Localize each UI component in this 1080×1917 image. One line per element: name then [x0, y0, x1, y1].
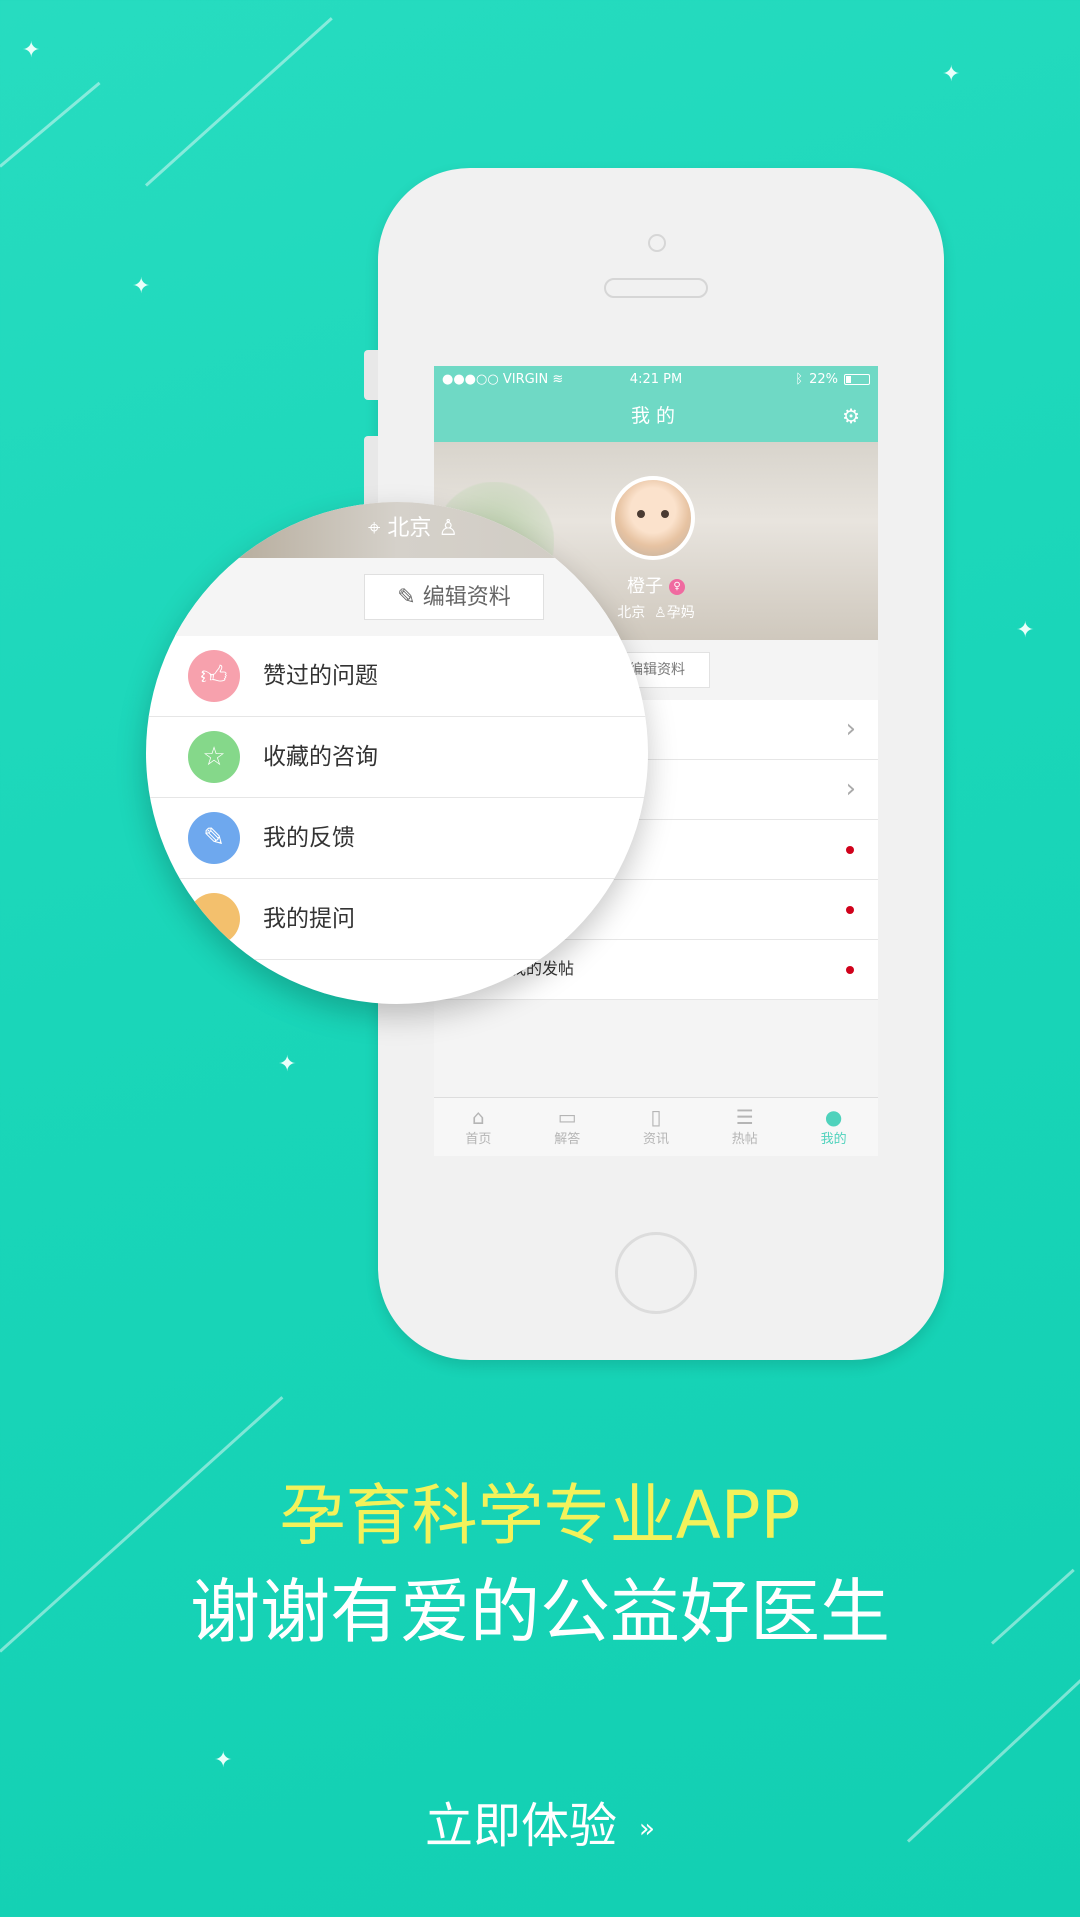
- notification-dot: [846, 846, 854, 854]
- battery-icon: [844, 373, 870, 385]
- lens-menu-item-questions[interactable]: 我的提问: [146, 879, 648, 960]
- lens-edit-label: 编辑资料: [422, 585, 511, 610]
- try-now-button[interactable]: 立即体验 »: [0, 1786, 1080, 1856]
- page-title: 我的: [630, 405, 681, 427]
- tab-label: 热帖: [731, 1132, 758, 1147]
- tab-label: 资讯: [642, 1132, 669, 1147]
- pencil-icon: ✎: [188, 812, 240, 864]
- front-camera: [648, 234, 666, 252]
- menu-item-label: 收藏的咨询: [263, 744, 378, 770]
- tab-label: 我的: [820, 1132, 847, 1147]
- lens-location: 北京: [387, 516, 432, 541]
- home-button[interactable]: [615, 1232, 697, 1314]
- chevron-right-icon: ›: [845, 774, 856, 804]
- question-icon: [188, 893, 240, 945]
- earpiece-speaker: [604, 278, 708, 298]
- star-icon: ☆: [188, 731, 240, 783]
- tab-news[interactable]: ▯ 资讯: [612, 1098, 701, 1156]
- tab-label: 解答: [554, 1132, 581, 1147]
- nav-bar: 我的 ⚙: [434, 392, 878, 448]
- home-icon: ⌂: [472, 1105, 485, 1129]
- notification-dot: [846, 906, 854, 914]
- menu-item-label: 我的提问: [263, 906, 355, 932]
- tab-label: 首页: [465, 1132, 492, 1147]
- book-icon: ▯: [650, 1105, 662, 1129]
- menu-item-label: 我的反馈: [263, 825, 355, 851]
- cta-label: 立即体验: [425, 1798, 618, 1854]
- status-bar: ●●●○○ VIRGIN ≋ 4:21 PM ᛒ 22%: [434, 366, 878, 392]
- person-icon: ♙: [654, 605, 667, 621]
- tab-home[interactable]: ⌂ 首页: [434, 1098, 523, 1156]
- lens-profile-strip: ⌖ 北京 ♙: [146, 502, 648, 558]
- tab-answers[interactable]: ▭ 解答: [523, 1098, 612, 1156]
- tab-bar: ⌂ 首页 ▭ 解答 ▯ 资讯 ☰ 热帖 ● 我的: [434, 1097, 878, 1156]
- lens-menu-item-feedback[interactable]: ✎ 我的反馈: [146, 798, 648, 879]
- notification-dot: [846, 966, 854, 974]
- headline: 孕育科学专业APP: [279, 1477, 801, 1554]
- lens-menu-item-liked-questions[interactable]: 👍︎ 赞过的问题: [146, 636, 648, 717]
- person-icon: ●: [824, 1105, 843, 1129]
- thumbs-up-icon: 👍︎: [188, 650, 240, 702]
- chat-icon: ▭: [557, 1105, 577, 1129]
- status-time: 4:21 PM: [629, 371, 683, 387]
- chevron-right-icon: ›: [845, 714, 856, 744]
- menu-item-label: 赞过的问题: [263, 663, 378, 689]
- edit-icon: ✎: [397, 585, 416, 610]
- gender-badge-icon: ♀: [669, 579, 685, 595]
- user-role: 孕妈: [666, 605, 695, 621]
- tab-hot-posts[interactable]: ☰ 热帖: [700, 1098, 789, 1156]
- person-icon: ♙: [438, 516, 459, 541]
- location-pin-icon: ⌖: [368, 516, 381, 541]
- lens-edit-profile-button[interactable]: ✎ 编辑资料: [364, 574, 544, 620]
- gear-icon[interactable]: ⚙: [842, 392, 860, 440]
- tab-mine[interactable]: ● 我的: [789, 1098, 878, 1156]
- lens-menu-item-saved-consults[interactable]: ☆ 收藏的咨询: [146, 717, 648, 798]
- document-icon: ☰: [735, 1105, 754, 1129]
- magnifier-lens: ⌖ 北京 ♙ ✎ 编辑资料 👍︎ 赞过的问题 ☆ 收藏的咨询 ✎ 我的反馈 我的…: [146, 502, 648, 1004]
- double-chevron-icon: »: [639, 1814, 655, 1844]
- subheadline: 谢谢有爱的公益好医生: [190, 1571, 890, 1653]
